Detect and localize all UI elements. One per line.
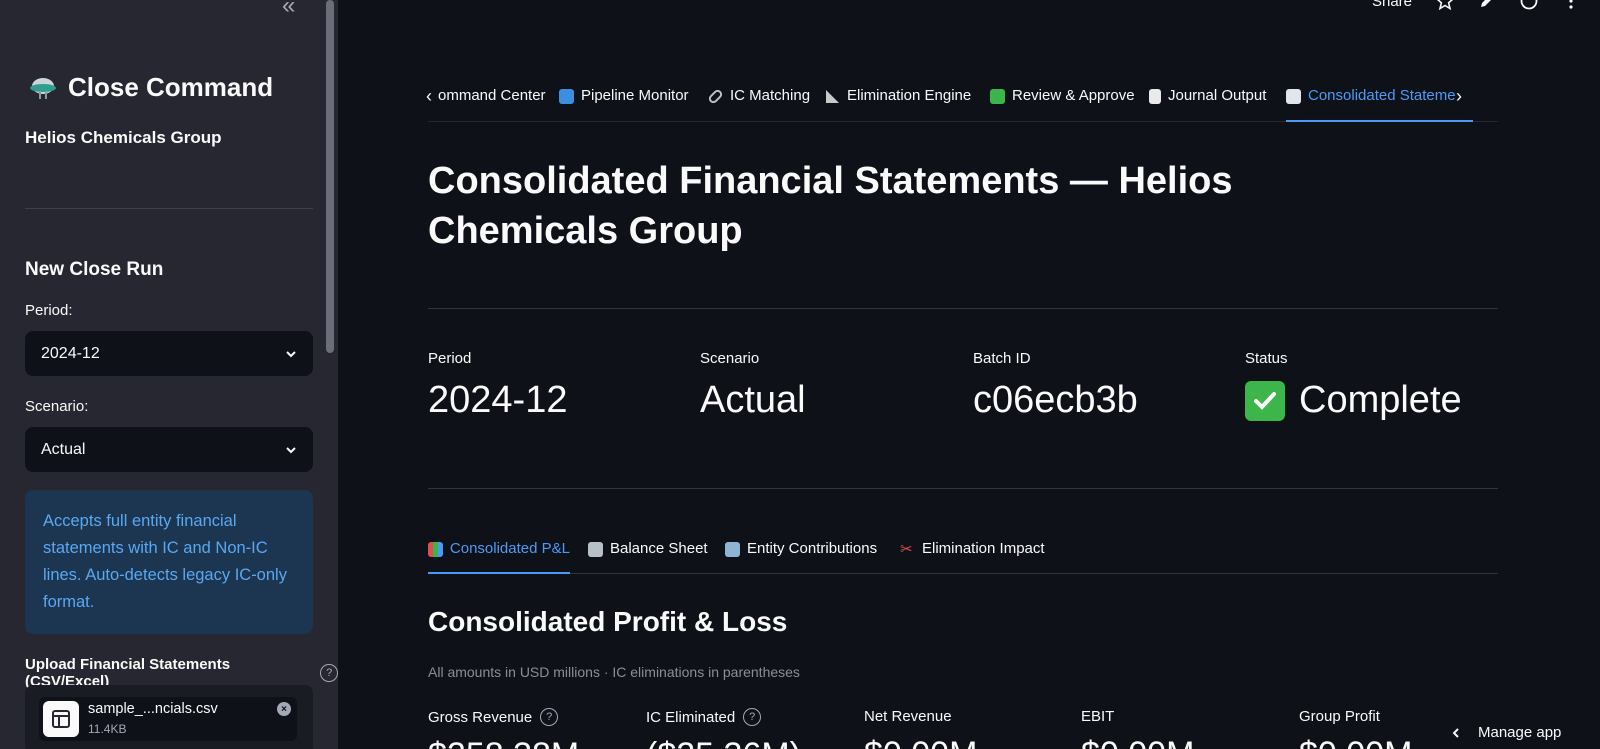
- status-value: Complete: [1299, 379, 1462, 421]
- file-name: sample_...ncials.csv: [88, 701, 218, 717]
- file-uploader[interactable]: sample_...ncials.csv 11.4KB ×: [25, 685, 313, 749]
- brand: Close Command: [28, 72, 273, 103]
- collapse-sidebar-button[interactable]: «: [282, 0, 295, 20]
- document-icon: [1149, 89, 1161, 104]
- divider: [428, 308, 1498, 309]
- divider: [428, 488, 1498, 489]
- period-label: Period:: [25, 302, 73, 319]
- scenario-select-value: Actual: [41, 440, 86, 458]
- tab-journal-output[interactable]: Journal Output: [1149, 84, 1266, 122]
- page-tabs: ‹ ommand Center Pipeline Monitor IC Matc…: [426, 84, 1498, 122]
- tabs-scroll-left-icon[interactable]: ‹: [426, 86, 432, 107]
- kpi-ic-eliminated: IC Eliminated ? ($25.36M): [646, 708, 801, 749]
- metric-value: Complete: [1245, 379, 1462, 422]
- kpi-gross-revenue: Gross Revenue ? $258.38M: [428, 708, 579, 749]
- remove-file-icon[interactable]: ×: [277, 702, 291, 716]
- metric-value: 2024-12: [428, 379, 568, 421]
- metric-scenario: Scenario Actual: [700, 350, 806, 422]
- tabs-scroll-right-icon[interactable]: ›: [1456, 86, 1462, 107]
- table-file-icon: [43, 701, 79, 737]
- new-close-run-heading: New Close Run: [25, 259, 164, 280]
- metric-label: Status: [1245, 350, 1288, 367]
- manage-app-button[interactable]: Manage app: [1430, 716, 1600, 749]
- info-alert: Accepts full entity financial statements…: [25, 490, 313, 634]
- file-size: 11.4KB: [88, 722, 127, 736]
- period-select-value: 2024-12: [41, 344, 100, 362]
- bar-chart-icon: [428, 542, 443, 557]
- kpi-label: IC Eliminated ?: [646, 708, 801, 726]
- tab-ic-matching[interactable]: IC Matching: [707, 84, 810, 122]
- chevron-down-icon: [286, 446, 296, 453]
- subtab-balance-sheet[interactable]: Balance Sheet: [588, 538, 708, 574]
- main-content: ‹ ommand Center Pipeline Monitor IC Matc…: [338, 0, 1600, 749]
- subtab-elimination-impact[interactable]: ✂ Elimination Impact: [900, 538, 1045, 574]
- tab-review-approve[interactable]: Review & Approve: [990, 84, 1135, 122]
- tab-consolidated-statements[interactable]: Consolidated Stateme: [1286, 84, 1473, 122]
- metric-value: c06ecb3b: [973, 379, 1138, 421]
- kpi-label: Gross Revenue ?: [428, 708, 579, 726]
- scenario-select[interactable]: Actual: [25, 427, 313, 472]
- help-icon[interactable]: ?: [320, 664, 338, 682]
- chevron-down-icon: [286, 350, 296, 357]
- satellite-icon: [30, 77, 56, 99]
- tab-pipeline-monitor[interactable]: Pipeline Monitor: [559, 84, 689, 122]
- metric-period: Period 2024-12: [428, 350, 567, 422]
- chart-up-icon: [1286, 89, 1301, 104]
- statement-tabs: Consolidated P&L Balance Sheet Entity Co…: [428, 538, 1498, 574]
- brand-title: Close Command: [68, 72, 274, 102]
- subtab-consolidated-pl[interactable]: Consolidated P&L: [428, 538, 570, 574]
- metric-value: Actual: [700, 379, 806, 421]
- metric-label: Period: [428, 350, 472, 367]
- kpi-value: $258.38M: [428, 736, 579, 749]
- help-icon[interactable]: ?: [540, 708, 559, 726]
- page-title: Consolidated Financial Statements — Heli…: [428, 160, 1233, 252]
- scenario-label: Scenario:: [25, 398, 89, 415]
- manage-app-label: Manage app: [1478, 724, 1562, 741]
- tab-elimination-engine[interactable]: Elimination Engine: [825, 84, 971, 122]
- sidebar: « Close Command Helios Chemicals Group N…: [0, 0, 338, 749]
- check-icon: [990, 89, 1005, 104]
- office-building-icon: [725, 542, 740, 557]
- metric-status: Status Complete: [1245, 350, 1462, 422]
- refresh-icon: [559, 89, 574, 104]
- triangle-ruler-icon: [826, 90, 839, 103]
- help-icon[interactable]: ?: [743, 708, 762, 726]
- tab-command-center[interactable]: ommand Center: [438, 84, 546, 122]
- sidebar-divider: [25, 208, 313, 209]
- kpi-label: EBIT: [1081, 708, 1115, 725]
- kpi-net-revenue: Net Revenue $0.00M: [864, 708, 977, 749]
- period-select[interactable]: 2024-12: [25, 331, 313, 376]
- org-name: Helios Chemicals Group: [25, 128, 222, 147]
- kpi-value: $0.00M: [1081, 735, 1194, 749]
- kpi-ebit: EBIT $0.00M: [1081, 708, 1194, 749]
- uploaded-file: sample_...ncials.csv 11.4KB ×: [39, 697, 297, 741]
- check-mark-icon: [1245, 380, 1285, 421]
- metric-label: Batch ID: [973, 350, 1031, 367]
- kpi-value: ($25.36M): [646, 736, 801, 749]
- bank-icon: [588, 542, 603, 557]
- kpi-group-profit: Group Profit $0.00M: [1299, 708, 1412, 749]
- section-title: Consolidated Profit & Loss: [428, 606, 788, 637]
- kpi-value: $0.00M: [1299, 735, 1412, 749]
- kpi-value: $0.00M: [864, 735, 977, 749]
- metric-batch-id: Batch ID c06ecb3b: [973, 350, 1138, 422]
- subtab-entity-contributions[interactable]: Entity Contributions: [725, 538, 877, 574]
- link-icon: [707, 88, 724, 105]
- caption: All amounts in USD millions · IC elimina…: [428, 664, 800, 680]
- kpi-label: Net Revenue: [864, 708, 952, 725]
- scissors-icon: ✂: [900, 541, 913, 558]
- sidebar-scrollbar[interactable]: [326, 0, 334, 353]
- kpi-label: Group Profit: [1299, 708, 1380, 725]
- metric-label: Scenario: [700, 350, 760, 367]
- chevron-left-icon: [1452, 727, 1459, 738]
